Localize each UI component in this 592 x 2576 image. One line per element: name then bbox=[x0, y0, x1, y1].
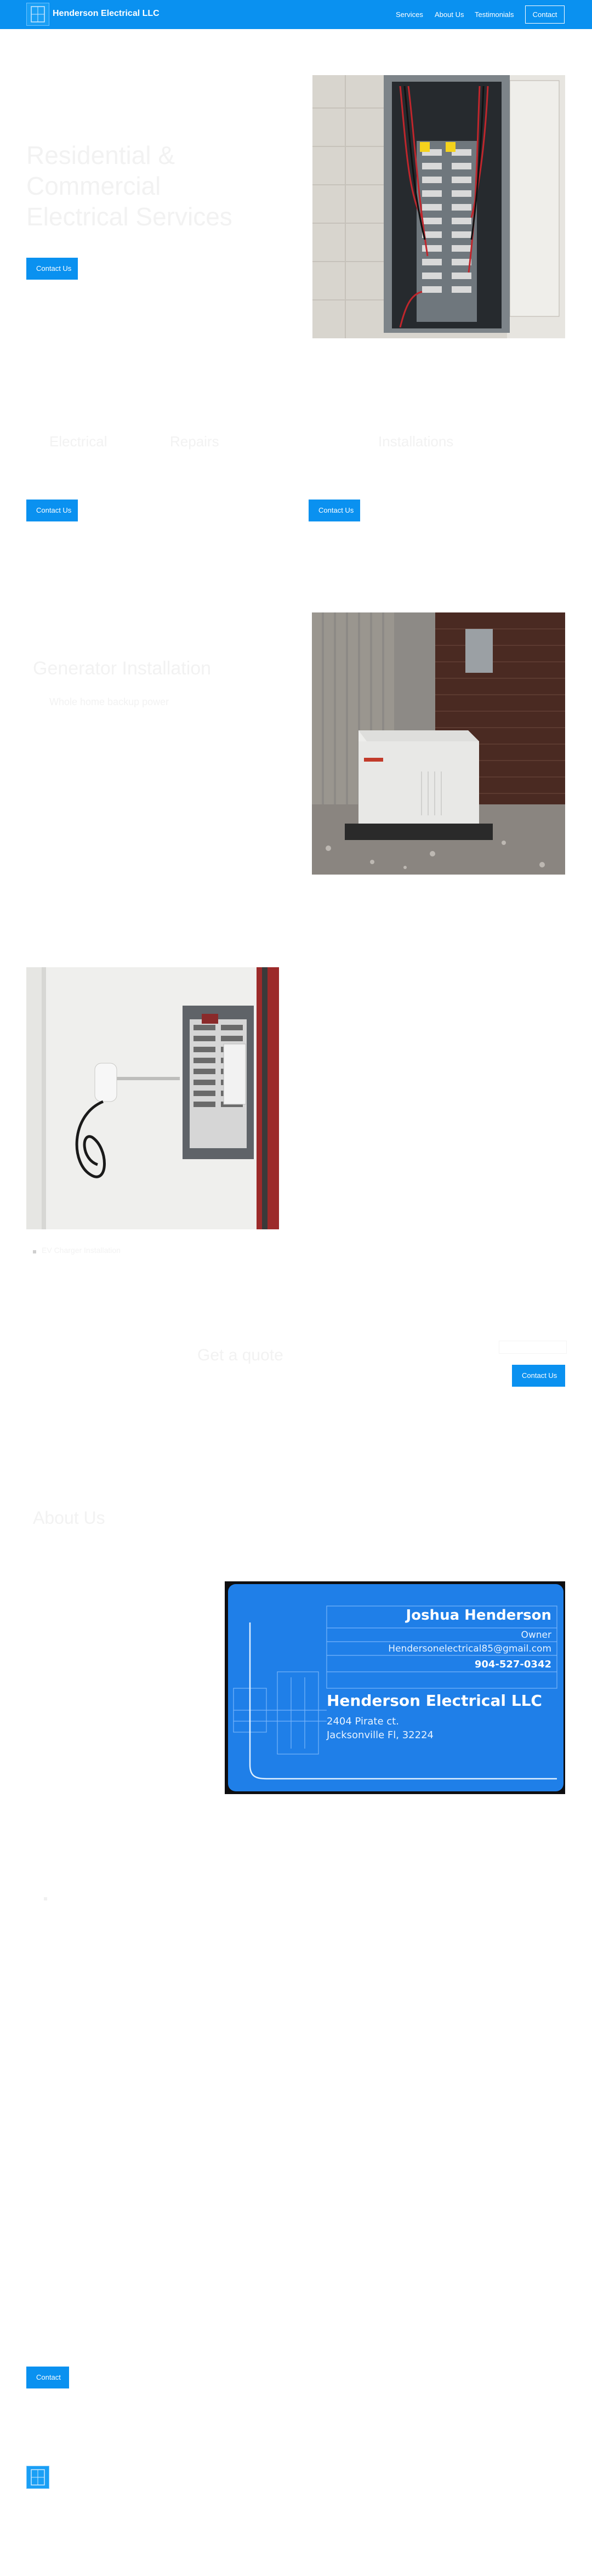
hero-heading-line2: Electrical Services bbox=[26, 202, 232, 231]
logo-icon bbox=[31, 6, 45, 22]
ev-charger-image bbox=[26, 967, 279, 1229]
nav-link-about-us[interactable]: About Us bbox=[435, 10, 464, 19]
footer-logo-icon bbox=[31, 2469, 45, 2486]
card-email: Hendersonelectrical85@gmail.com bbox=[388, 1643, 551, 1654]
services-contact-button-left[interactable]: Contact Us bbox=[26, 500, 78, 521]
business-card-photo: Joshua Henderson Owner Hendersonelectric… bbox=[225, 1581, 565, 1794]
services-contact-button-right[interactable]: Contact Us bbox=[309, 500, 360, 521]
navbar: Henderson Electrical LLC Services About … bbox=[0, 0, 592, 29]
nav-link-testimonials[interactable]: Testimonials bbox=[475, 10, 514, 19]
electrical-panel-image bbox=[312, 75, 565, 338]
mid-cta-text: Get a quote bbox=[197, 1346, 283, 1364]
hero-heading-line1: Residential & Commercial bbox=[26, 141, 175, 200]
card-phone: 904-527-0342 bbox=[474, 1659, 551, 1670]
ev-caption-marker bbox=[33, 1250, 36, 1253]
generator-heading: Generator Installation bbox=[33, 658, 212, 679]
about-heading: About Us bbox=[33, 1508, 105, 1528]
generator-subheading: Whole home backup power bbox=[49, 696, 169, 707]
hero-heading: Residential & Commercial Electrical Serv… bbox=[26, 140, 311, 232]
business-card: Joshua Henderson Owner Hendersonelectric… bbox=[228, 1584, 563, 1791]
brand-name[interactable]: Henderson Electrical LLC bbox=[53, 9, 160, 19]
service-label-installations: Installations bbox=[378, 433, 454, 450]
ev-caption: EV Charger Installation bbox=[42, 1246, 121, 1255]
card-company: Henderson Electrical LLC bbox=[327, 1692, 542, 1710]
ev-charger-photo bbox=[26, 967, 279, 1229]
faint-marker bbox=[44, 1897, 47, 1900]
footer-contact-button[interactable]: Contact bbox=[26, 2367, 69, 2388]
card-title: Owner bbox=[521, 1630, 551, 1641]
generator-image bbox=[312, 612, 565, 875]
card-address-line1: 2404 Pirate ct. bbox=[327, 1716, 399, 1727]
brand-logo[interactable] bbox=[26, 3, 49, 26]
nav-contact-button[interactable]: Contact bbox=[525, 5, 565, 24]
nav-link-services[interactable]: Services bbox=[396, 10, 423, 19]
card-address-line2: Jacksonville Fl, 32224 bbox=[327, 1729, 434, 1741]
generator-photo bbox=[312, 612, 565, 875]
hero-panel-photo bbox=[312, 75, 565, 338]
card-name: Joshua Henderson bbox=[406, 1607, 551, 1624]
footer-logo[interactable] bbox=[26, 2466, 49, 2489]
hero-contact-button[interactable]: Contact Us bbox=[26, 258, 78, 280]
mid-cta-contact-button[interactable]: Contact Us bbox=[512, 1365, 565, 1387]
service-label-repairs: Repairs bbox=[170, 433, 219, 450]
mid-cta-outline bbox=[499, 1341, 567, 1354]
service-label-electrical: Electrical bbox=[49, 433, 107, 450]
